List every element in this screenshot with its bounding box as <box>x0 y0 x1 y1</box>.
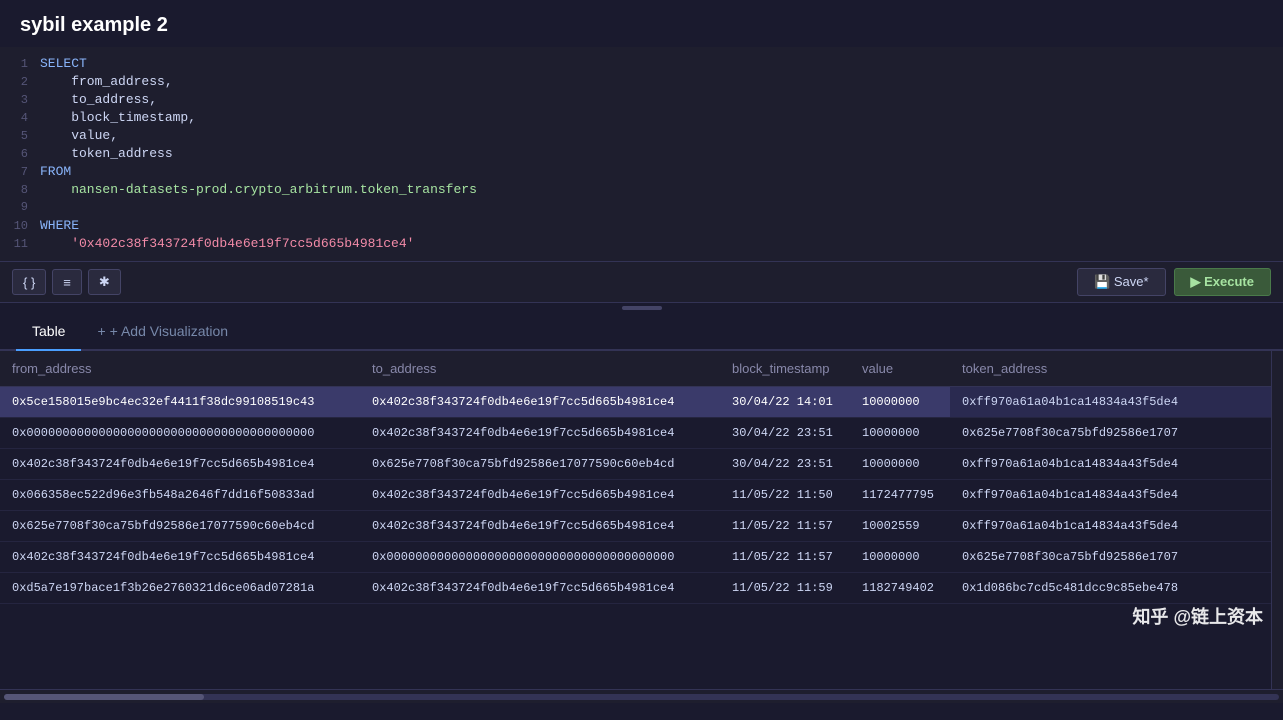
table-cell: 0x402c38f343724f0db4e6e19f7cc5d665b4981c… <box>360 418 720 449</box>
page-title: sybil example 2 <box>0 0 1283 47</box>
scrollbar-thumb <box>4 694 204 700</box>
col-header-ts: block_timestamp <box>720 351 850 387</box>
table-row: 0x066358ec522d96e3fb548a2646f7dd16f50833… <box>0 480 1283 511</box>
table-cell: 30/04/22 23:51 <box>720 418 850 449</box>
star-button[interactable]: ✱ <box>88 269 121 295</box>
table-cell: 0x00000000000000000000000000000000000000… <box>0 418 360 449</box>
table-cell: 0x625e7708f30ca75bfd92586e1707 <box>950 418 1283 449</box>
code-line-6: 6 token_address <box>0 145 1283 163</box>
col-header-token: token_address <box>950 351 1283 387</box>
code-line-1: 1 SELECT <box>0 55 1283 73</box>
table-row: 0x402c38f343724f0db4e6e19f7cc5d665b4981c… <box>0 449 1283 480</box>
code-editor: 1 SELECT 2 from_address, 3 to_address, 4… <box>0 47 1283 262</box>
table-cell: 10000000 <box>850 387 950 418</box>
table-cell: 30/04/22 14:01 <box>720 387 850 418</box>
table-cell: 1172477795 <box>850 480 950 511</box>
table-row: 0x5ce158015e9bc4ec32ef4411f38dc99108519c… <box>0 387 1283 418</box>
table-cell: 10000000 <box>850 542 950 573</box>
table-cell: 0x1d086bc7cd5c481dcc9c85ebe478 <box>950 573 1283 604</box>
code-line-4: 4 block_timestamp, <box>0 109 1283 127</box>
table-cell: 0x00000000000000000000000000000000000000… <box>360 542 720 573</box>
divider-dots <box>622 306 662 310</box>
table-cell: 0x402c38f343724f0db4e6e19f7cc5d665b4981c… <box>360 573 720 604</box>
table-cell: 30/04/22 23:51 <box>720 449 850 480</box>
horizontal-scrollbar[interactable] <box>0 689 1283 703</box>
table-cell: 11/05/22 11:59 <box>720 573 850 604</box>
table-row: 0x00000000000000000000000000000000000000… <box>0 418 1283 449</box>
table-cell: 0xd5a7e197bace1f3b26e2760321d6ce06ad0728… <box>0 573 360 604</box>
table-cell: 0xff970a61a04b1ca14834a43f5de4 <box>950 480 1283 511</box>
code-line-10: 10 WHERE <box>0 217 1283 235</box>
json-view-button[interactable]: { } <box>12 269 46 295</box>
col-header-to: to_address <box>360 351 720 387</box>
toolbar-left: { } ≡ ✱ <box>12 269 121 295</box>
execute-button[interactable]: ▶ Execute <box>1174 268 1271 296</box>
table-row: 0x625e7708f30ca75bfd92586e17077590c60eb4… <box>0 511 1283 542</box>
table-cell: 0x402c38f343724f0db4e6e19f7cc5d665b4981c… <box>360 511 720 542</box>
table-cell: 1182749402 <box>850 573 950 604</box>
table-cell: 0x402c38f343724f0db4e6e19f7cc5d665b4981c… <box>360 480 720 511</box>
table-cell: 0x402c38f343724f0db4e6e19f7cc5d665b4981c… <box>0 542 360 573</box>
table-container[interactable]: from_address to_address block_timestamp … <box>0 351 1283 689</box>
table-cell: 0xff970a61a04b1ca14834a43f5de4 <box>950 387 1283 418</box>
code-line-5: 5 value, <box>0 127 1283 145</box>
code-line-2: 2 from_address, <box>0 73 1283 91</box>
table-cell: 0xff970a61a04b1ca14834a43f5de4 <box>950 449 1283 480</box>
table-cell: 0x5ce158015e9bc4ec32ef4411f38dc99108519c… <box>0 387 360 418</box>
results-area: Table + + Add Visualization from_address… <box>0 313 1283 703</box>
toolbar-right: 💾 Save* ▶ Execute <box>1077 268 1271 296</box>
tabs-row: Table + + Add Visualization <box>0 313 1283 351</box>
table-cell: 10000000 <box>850 449 950 480</box>
table-cell: 0x625e7708f30ca75bfd92586e1707 <box>950 542 1283 573</box>
code-line-3: 3 to_address, <box>0 91 1283 109</box>
table-cell: 10002559 <box>850 511 950 542</box>
table-cell: 0xff970a61a04b1ca14834a43f5de4 <box>950 511 1283 542</box>
col-header-val: value <box>850 351 950 387</box>
toolbar: { } ≡ ✱ 💾 Save* ▶ Execute <box>0 262 1283 303</box>
table-cell: 0x402c38f343724f0db4e6e19f7cc5d665b4981c… <box>360 387 720 418</box>
scrollbar-track <box>4 694 1279 700</box>
list-view-button[interactable]: ≡ <box>52 269 82 295</box>
code-line-9: 9 <box>0 199 1283 217</box>
code-line-7: 7 FROM <box>0 163 1283 181</box>
add-visualization-button[interactable]: + + Add Visualization <box>81 313 244 349</box>
results-table: from_address to_address block_timestamp … <box>0 351 1283 604</box>
table-cell: 0x066358ec522d96e3fb548a2646f7dd16f50833… <box>0 480 360 511</box>
table-row: 0x402c38f343724f0db4e6e19f7cc5d665b4981c… <box>0 542 1283 573</box>
divider-handle[interactable] <box>0 303 1283 313</box>
add-viz-label: + Add Visualization <box>110 323 228 339</box>
save-button[interactable]: 💾 Save* <box>1077 268 1166 296</box>
table-header-row: from_address to_address block_timestamp … <box>0 351 1283 387</box>
table-cell: 0x402c38f343724f0db4e6e19f7cc5d665b4981c… <box>0 449 360 480</box>
code-line-11: 11 '0x402c38f343724f0db4e6e19f7cc5d665b4… <box>0 235 1283 253</box>
code-line-8: 8 nansen-datasets-prod.crypto_arbitrum.t… <box>0 181 1283 199</box>
right-scrollbar[interactable] <box>1271 351 1283 689</box>
table-cell: 0x625e7708f30ca75bfd92586e17077590c60eb4… <box>0 511 360 542</box>
table-cell: 11/05/22 11:57 <box>720 542 850 573</box>
watermark: 知乎 @链上资本 <box>1132 603 1263 629</box>
table-cell: 0x625e7708f30ca75bfd92586e17077590c60eb4… <box>360 449 720 480</box>
tab-table[interactable]: Table <box>16 313 81 351</box>
table-cell: 11/05/22 11:57 <box>720 511 850 542</box>
plus-icon: + <box>97 323 105 339</box>
table-row: 0xd5a7e197bace1f3b26e2760321d6ce06ad0728… <box>0 573 1283 604</box>
col-header-from: from_address <box>0 351 360 387</box>
table-cell: 10000000 <box>850 418 950 449</box>
table-cell: 11/05/22 11:50 <box>720 480 850 511</box>
